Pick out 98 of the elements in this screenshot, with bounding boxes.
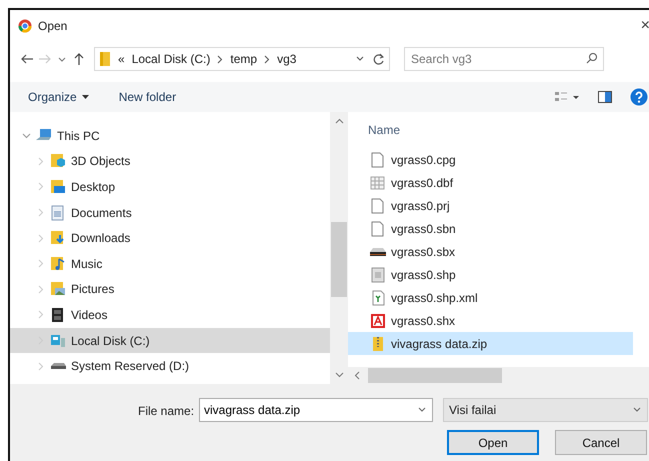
file-name: vgrass0.shx — [391, 312, 456, 330]
scroll-up-icon[interactable] — [334, 118, 344, 124]
nav-item[interactable]: Local Disk (C:) — [10, 328, 330, 354]
collapse-chevron-icon[interactable] — [36, 362, 45, 371]
collapse-chevron-icon[interactable] — [36, 182, 45, 192]
file-row[interactable]: vivagrass data.zip — [348, 332, 633, 355]
scrollbar-thumb[interactable] — [368, 368, 502, 383]
help-icon[interactable] — [630, 88, 648, 106]
file-icon — [370, 266, 386, 282]
nav-label: Videos — [71, 306, 108, 324]
collapse-chevron-icon[interactable] — [36, 234, 45, 243]
xml-file-icon — [370, 290, 386, 306]
back-arrow-icon[interactable] — [20, 52, 34, 66]
folder-icon — [50, 230, 66, 246]
folder-icon — [99, 51, 111, 67]
organize-button[interactable]: Organize — [28, 88, 89, 106]
file-row[interactable]: vgrass0.prj — [348, 194, 633, 217]
file-row[interactable]: vgrass0.shp — [348, 263, 633, 286]
nav-label: Music — [71, 256, 102, 273]
nav-item[interactable]: Music — [10, 250, 330, 277]
zip-folder-icon — [370, 336, 386, 352]
collapse-chevron-icon[interactable] — [36, 259, 45, 268]
chevron-right-icon — [217, 54, 224, 64]
file-row[interactable]: vgrass0.cpg — [348, 148, 633, 171]
file-name: vgrass0.prj — [391, 198, 450, 214]
column-header[interactable]: Name — [368, 121, 400, 139]
file-name: vgrass0.shp — [391, 266, 456, 284]
chevron-right-icon — [264, 54, 270, 64]
file-name: vgrass0.sbx — [391, 244, 456, 260]
folder-icon — [50, 256, 66, 272]
file-icon — [370, 152, 386, 168]
scrollbar-thumb[interactable] — [331, 222, 347, 297]
nav-item[interactable]: Pictures — [10, 276, 330, 302]
search-icon — [586, 52, 598, 64]
vertical-scrollbar[interactable] — [330, 112, 348, 384]
film-icon — [50, 306, 66, 323]
breadcrumb-item[interactable]: temp — [230, 50, 258, 68]
field-label: File name: — [138, 403, 194, 420]
nav-label: This PC — [57, 128, 100, 145]
file-icon — [370, 220, 386, 236]
file-name-field[interactable]: vivagrass data.zip — [199, 398, 433, 422]
drive-icon — [50, 332, 66, 349]
file-row[interactable]: vgrass0.sbx — [348, 240, 633, 263]
open-button[interactable]: Open — [447, 430, 539, 455]
scroll-down-icon[interactable] — [334, 372, 344, 378]
nav-label: Local Disk (C:) — [71, 332, 150, 350]
nav-item[interactable]: Downloads — [10, 225, 330, 251]
nav-label: System Reserved (D:) — [71, 358, 190, 376]
cancel-button[interactable]: Cancel — [555, 430, 647, 455]
file-name: vivagrass data.zip — [391, 336, 488, 352]
nav-label: Documents — [71, 204, 132, 222]
folder-icon — [50, 281, 66, 298]
caret-icon — [82, 95, 89, 99]
up-arrow-icon[interactable] — [72, 52, 86, 66]
close-button[interactable]: × — [640, 18, 649, 34]
file-icon — [370, 198, 386, 214]
drive-icon — [50, 363, 66, 370]
folder-icon — [50, 153, 66, 170]
file-type-dropdown[interactable]: Visi failai — [443, 398, 648, 422]
collapse-chevron-icon[interactable] — [36, 208, 45, 218]
nav-label: 3D Objects — [71, 153, 130, 170]
preview-pane-icon[interactable] — [598, 91, 612, 103]
nav-item[interactable]: Documents — [10, 200, 330, 226]
expand-chevron-icon[interactable] — [22, 131, 31, 140]
breadcrumb-item[interactable]: Local Disk (C:) — [132, 50, 210, 68]
folder-icon — [50, 178, 66, 195]
breadcrumb-item[interactable]: vg3 — [277, 50, 296, 68]
file-row[interactable]: vgrass0.dbf — [348, 171, 633, 194]
document-icon — [50, 204, 66, 221]
file-name: vgrass0.dbf — [391, 174, 454, 192]
view-options-icon[interactable] — [554, 90, 580, 104]
letter-a-icon — [370, 312, 386, 328]
nav-item[interactable]: This PC — [10, 123, 330, 149]
nav-item[interactable]: 3D Objects — [10, 148, 330, 174]
nav-label: Desktop — [71, 178, 116, 196]
collapse-chevron-icon[interactable] — [36, 284, 45, 294]
file-row[interactable]: vgrass0.shp.xml — [348, 286, 633, 309]
nav-item[interactable]: Desktop — [10, 174, 330, 200]
browser-logo-icon — [18, 18, 32, 32]
file-name: vgrass0.cpg — [391, 152, 456, 168]
table-file-icon — [370, 174, 386, 190]
file-row[interactable]: vgrass0.shx — [348, 309, 633, 332]
nav-label: Downloads — [71, 230, 130, 248]
path-overflow-chevrons[interactable]: « — [118, 50, 125, 68]
scroll-left-icon[interactable] — [354, 371, 360, 380]
nav-item[interactable]: System Reserved (D:) — [10, 353, 330, 379]
file-name: vgrass0.sbn — [391, 220, 456, 238]
drive-icon — [370, 248, 386, 256]
nav-item[interactable]: Videos — [10, 302, 330, 328]
collapse-chevron-icon[interactable] — [36, 310, 45, 320]
window-title: Open — [38, 18, 68, 34]
nav-label: Pictures — [71, 281, 114, 298]
new-folder-button[interactable]: New folder — [118, 88, 176, 106]
file-row[interactable]: vgrass0.sbn — [348, 217, 633, 240]
search-field[interactable]: Search vg3 — [404, 47, 604, 71]
refresh-icon[interactable] — [372, 52, 385, 66]
file-name: vgrass0.shp.xml — [391, 290, 478, 306]
collapse-chevron-icon[interactable] — [36, 156, 45, 166]
